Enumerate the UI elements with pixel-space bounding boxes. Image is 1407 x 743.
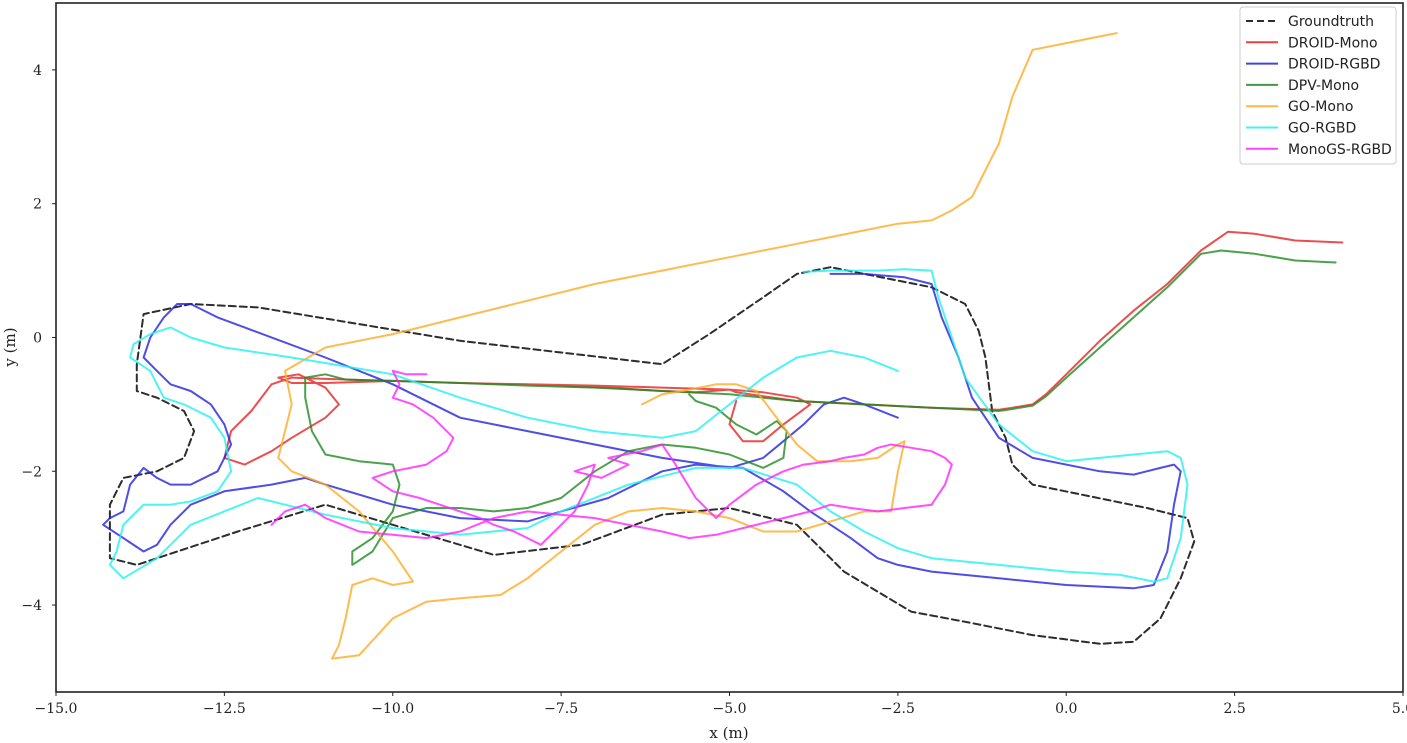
x-tick-label: 5.0 xyxy=(1392,701,1407,717)
x-tick-label: 0.0 xyxy=(1055,701,1077,717)
y-tick-label: 4 xyxy=(33,63,42,79)
legend-label: Groundtruth xyxy=(1288,14,1374,30)
y-axis-label: y (m) xyxy=(1,327,19,367)
y-tick-label: 0 xyxy=(33,330,42,346)
x-tick-label: −5.0 xyxy=(713,701,747,717)
legend-label: DROID-RGBD xyxy=(1288,57,1380,73)
y-tick-label: −4 xyxy=(21,598,42,614)
x-tick-label: −2.5 xyxy=(881,701,915,717)
legend-label: DROID-Mono xyxy=(1288,35,1378,51)
trajectory-chart: −15.0 −12.5 −10.0 −7.5 −5.0 −2.5 0.0 2.5 5.0 4 2 0… xyxy=(0,0,1407,743)
x-tick-label: −12.5 xyxy=(203,701,246,717)
legend: Groundtruth DROID-Mono DROID-RGBD DPV-Mono G… xyxy=(1239,6,1397,165)
x-tick-label: −10.0 xyxy=(371,701,414,717)
legend-label: GO-RGBD xyxy=(1288,121,1356,137)
x-axis-label: x (m) xyxy=(709,724,748,742)
chart-background xyxy=(0,0,1407,743)
x-tick-label: −7.5 xyxy=(544,701,578,717)
x-tick-label: 2.5 xyxy=(1223,701,1245,717)
x-tick-label: −15.0 xyxy=(35,701,78,717)
y-tick-label: −2 xyxy=(21,464,42,480)
legend-label: DPV-Mono xyxy=(1288,78,1359,94)
y-tick-label: 2 xyxy=(33,197,42,213)
legend-label: MonoGS-RGBD xyxy=(1288,142,1392,158)
legend-label: GO-Mono xyxy=(1288,99,1353,115)
